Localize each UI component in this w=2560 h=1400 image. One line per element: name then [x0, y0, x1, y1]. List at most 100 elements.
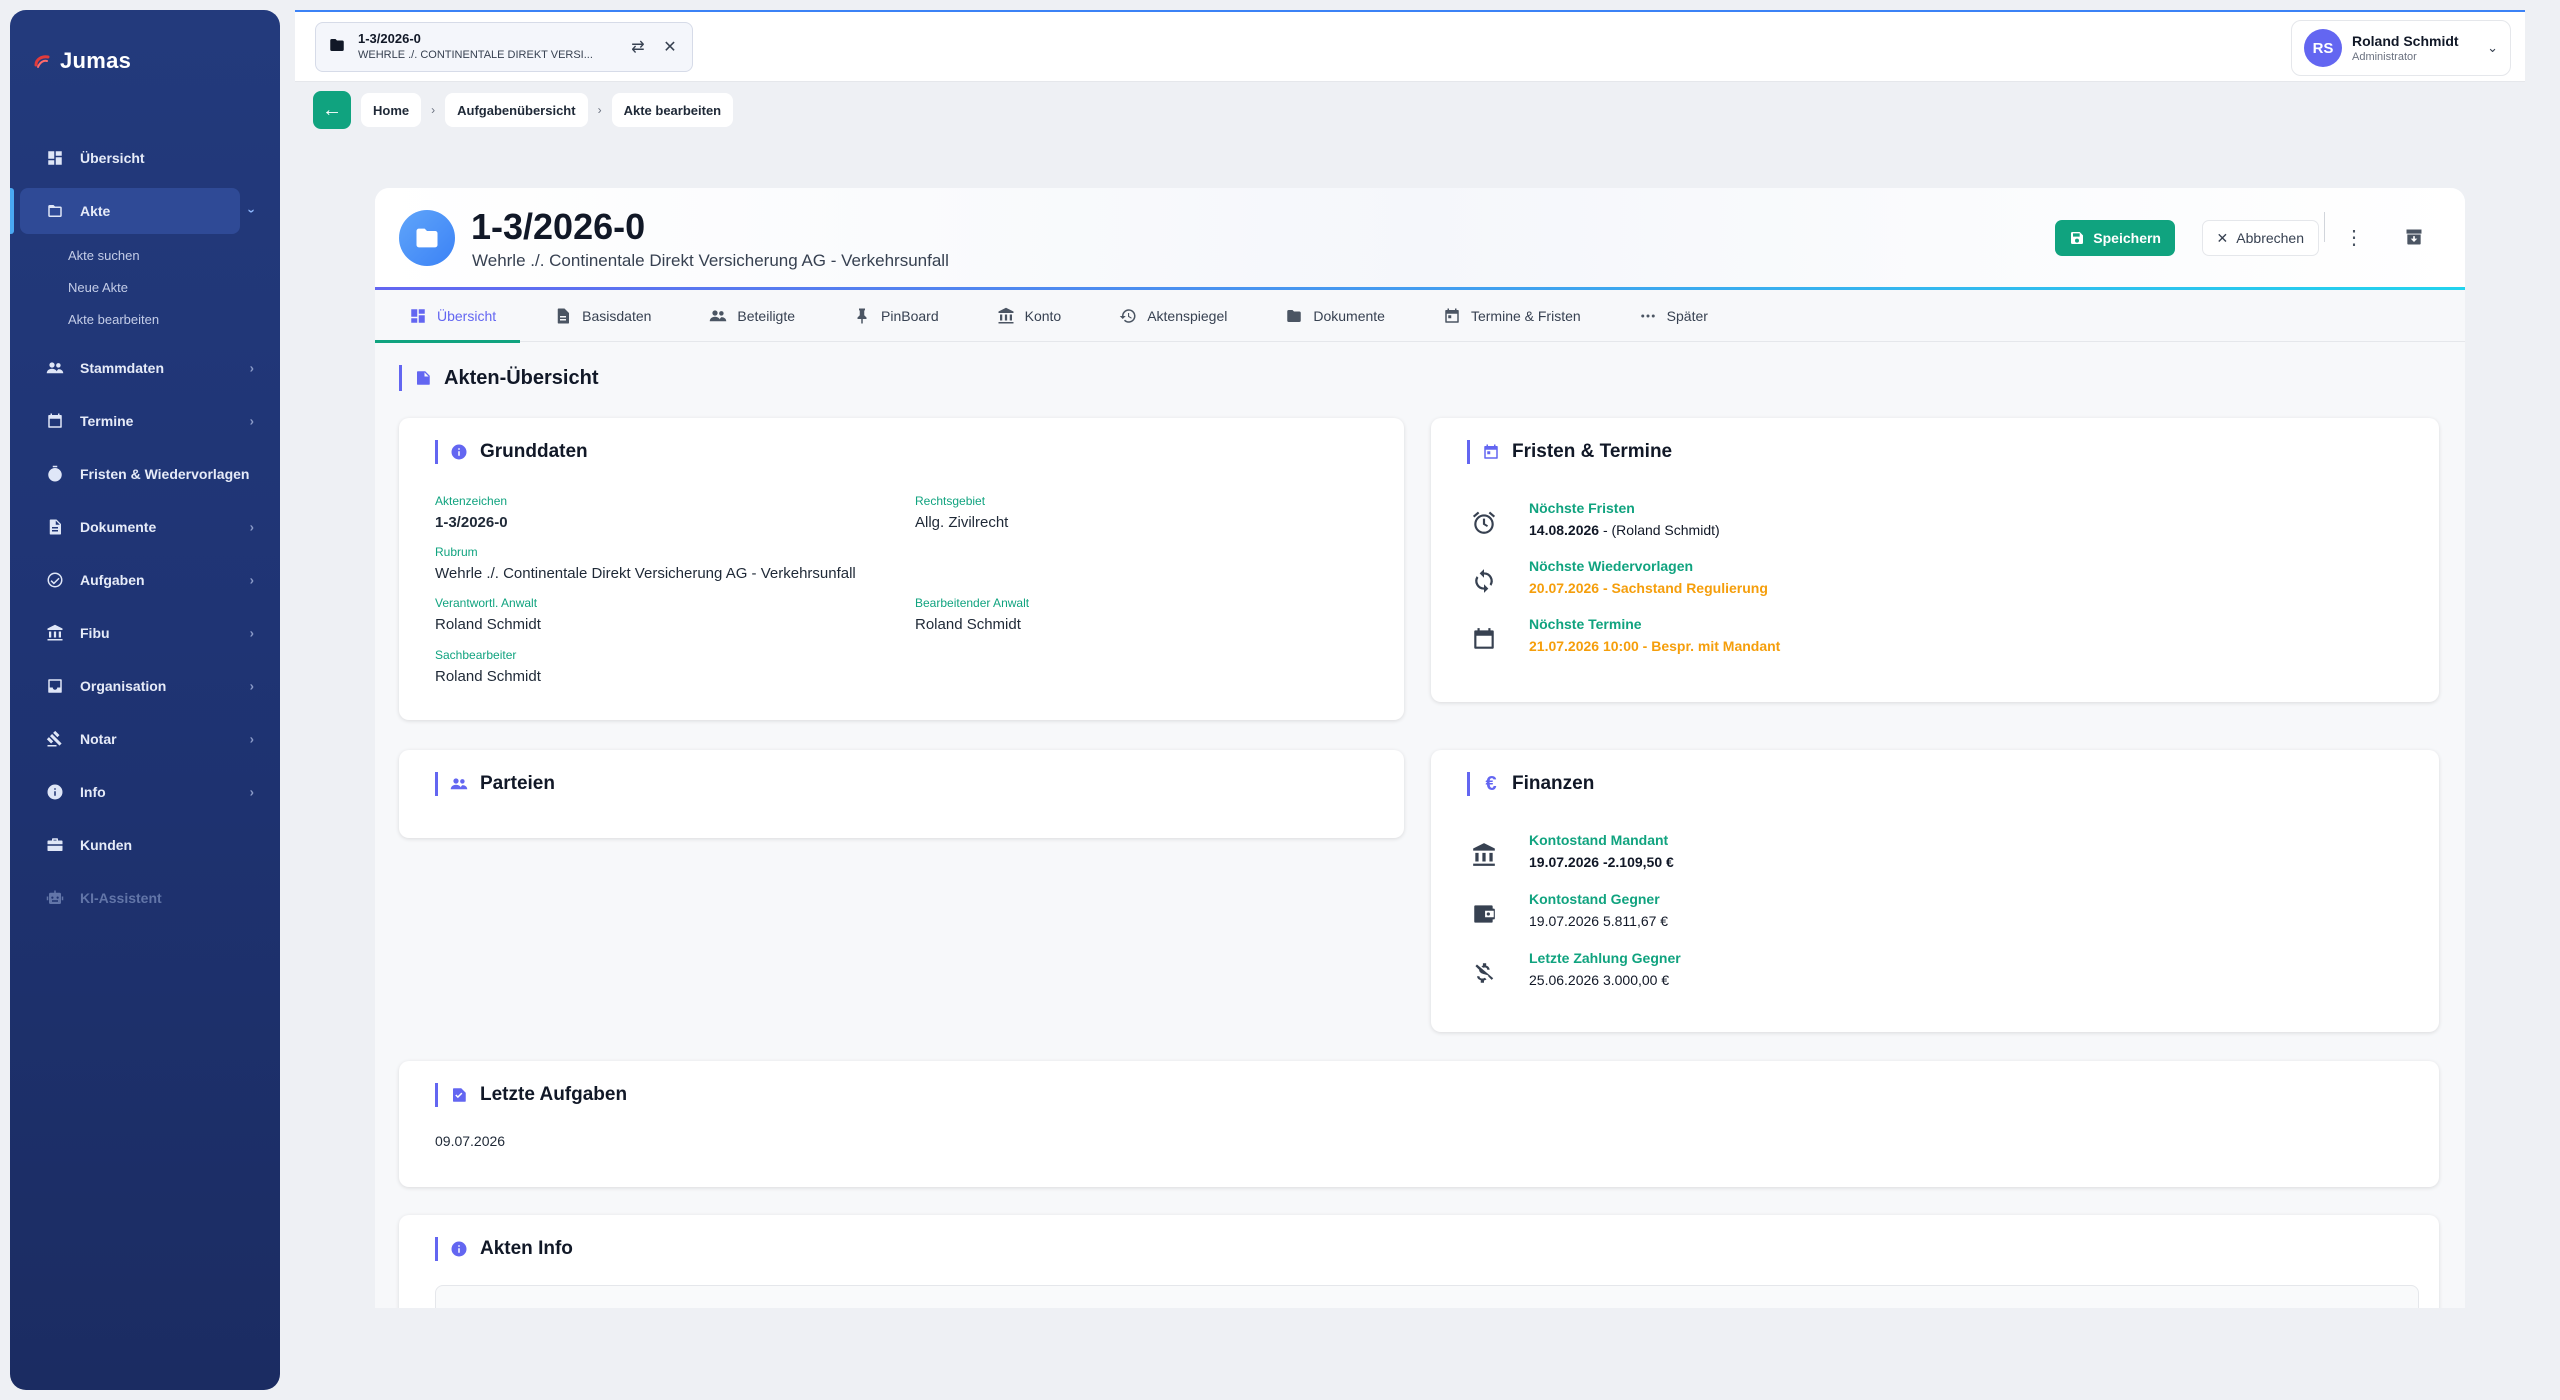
chevron-right-icon: ›: [249, 731, 254, 747]
save-button[interactable]: Speichern: [2055, 220, 2175, 256]
sidebar-item-label: Fibu: [80, 625, 110, 641]
breadcrumb-akte-bearbeiten[interactable]: Akte bearbeiten: [611, 93, 734, 127]
sidebar-item-fristen[interactable]: Fristen & Wiedervorlagen: [20, 451, 270, 497]
calendar-icon: [1471, 626, 1497, 652]
more-options-icon[interactable]: ⋮: [2339, 222, 2369, 252]
save-icon: [2071, 232, 2084, 244]
card-parteien: Parteien: [399, 750, 1404, 838]
info-icon: [451, 1241, 467, 1257]
sidebar-item-ki-assistent[interactable]: KI-Assistent: [20, 875, 270, 921]
open-file-tab[interactable]: 1-3/2026-0 WEHRLE ./. CONTINENTALE DIREK…: [315, 22, 693, 72]
sidebar-item-akte[interactable]: Akte ›: [10, 188, 259, 234]
akte-subnav: Akte suchen Neue Akte Akte bearbeiten: [10, 239, 280, 335]
subnav-neue-akte[interactable]: Neue Akte: [10, 271, 280, 303]
info-value: 21.07.2026 10:00 - Bespr. mit Mandant: [1529, 638, 1781, 654]
breadcrumb-separator: ›: [431, 103, 436, 117]
card-title: Akten Info: [435, 1237, 573, 1261]
task-icon: [46, 571, 64, 589]
chevron-right-icon: ›: [249, 572, 254, 588]
swap-icon[interactable]: ⇄: [628, 37, 648, 57]
info-label: Nöchste Wiedervorlagen: [1529, 558, 1694, 574]
sidebar-item-kunden[interactable]: Kunden: [20, 822, 270, 868]
tab-spaeter[interactable]: Später: [1605, 290, 1732, 342]
logo-mark-icon: [34, 55, 50, 68]
close-icon[interactable]: ✕: [660, 37, 680, 57]
info-letzte-zahlung[interactable]: Letzte Zahlung Gegner 25.06.2026 3.000,0…: [1471, 950, 1681, 988]
sidebar-item-termine[interactable]: Termine ›: [20, 398, 270, 444]
sidebar: Jumas Übersicht Akte › Akte suchen Neue …: [10, 10, 280, 1390]
info-kontostand-mandant[interactable]: Kontostand Mandant 19.07.2026 -2.109,50 …: [1471, 832, 1674, 870]
field-bearbeitender-anwalt: Bearbeitender Anwalt Roland Schmidt: [915, 596, 1029, 633]
sidebar-item-label: Fristen & Wiedervorlagen: [80, 466, 250, 482]
cancel-label: Abbrechen: [2236, 230, 2304, 246]
info-kontostand-gegner[interactable]: Kontostand Gegner 19.07.2026 5.811,67 €: [1471, 891, 1668, 929]
breadcrumb-aufgabenuebersicht[interactable]: Aufgabenübersicht: [445, 93, 588, 127]
sidebar-item-stammdaten[interactable]: Stammdaten ›: [20, 345, 270, 391]
info-value: 25.06.2026 3.000,00 €: [1529, 972, 1670, 988]
user-info: Roland Schmidt Administrator: [2352, 33, 2459, 63]
divider: [2324, 212, 2325, 242]
user-name: Roland Schmidt: [2352, 33, 2459, 49]
chevron-down-icon: ⌄: [2487, 40, 2498, 55]
archive-icon[interactable]: [2399, 222, 2429, 252]
folder-icon: [1287, 309, 1302, 322]
tab-aktenspiegel[interactable]: Aktenspiegel: [1085, 290, 1251, 342]
tab-uebersicht[interactable]: Übersicht: [375, 290, 521, 343]
sidebar-item-organisation[interactable]: Organisation ›: [20, 663, 270, 709]
breadcrumb-home[interactable]: Home: [361, 93, 422, 127]
subnav-akte-bearbeiten[interactable]: Akte bearbeiten: [10, 303, 280, 335]
aufgabe-date: 09.07.2026: [435, 1133, 506, 1149]
sidebar-item-label: Aufgaben: [80, 572, 145, 588]
more-horizontal-icon: [1640, 314, 1655, 317]
card-title-text: Fristen & Termine: [1512, 441, 1673, 462]
info-naechste-termine[interactable]: Nöchste Termine 21.07.2026 10:00 - Bespr…: [1471, 616, 1780, 654]
cancel-button[interactable]: ✕ Abbrechen: [2201, 220, 2319, 256]
tab-basisdaten[interactable]: Basisdaten: [520, 290, 675, 342]
file-tab-title: 1-3/2026-0: [358, 31, 421, 46]
info-text: Kontostand Gegner 19.07.2026 5.811,67 €: [1529, 891, 1668, 929]
folder-icon: [328, 36, 346, 59]
close-icon: ✕: [2216, 229, 2229, 246]
chevron-right-icon: ›: [249, 519, 254, 535]
people-icon: [710, 309, 727, 321]
tab-konto[interactable]: Konto: [963, 290, 1086, 342]
info-naechste-wiedervorlagen[interactable]: Nöchste Wiedervorlagen 20.07.2026 - Sach…: [1471, 558, 1768, 596]
timer-icon: [46, 465, 64, 483]
pin-icon: [857, 308, 867, 323]
sidebar-item-label: Akte: [80, 203, 111, 219]
info-text: Nöchste Termine 21.07.2026 10:00 - Bespr…: [1529, 616, 1780, 654]
sidebar-item-label: Organisation: [80, 678, 167, 694]
sidebar-item-info[interactable]: Info ›: [20, 769, 270, 815]
calendar-icon: [1445, 308, 1459, 323]
tab-beteiligte[interactable]: Beteiligte: [675, 290, 819, 342]
note-icon: [417, 371, 430, 385]
topbar: 1-3/2026-0 WEHRLE ./. CONTINENTALE DIREK…: [295, 10, 2525, 82]
sidebar-item-uebersicht[interactable]: Übersicht: [20, 135, 270, 181]
tab-termine-fristen[interactable]: Termine & Fristen: [1409, 290, 1605, 342]
document-icon: [557, 308, 570, 323]
logo[interactable]: Jumas: [32, 48, 131, 74]
user-menu[interactable]: RS Roland Schmidt Administrator ⌄: [2291, 20, 2511, 76]
sidebar-item-fibu[interactable]: Fibu ›: [20, 610, 270, 656]
sidebar-item-notar[interactable]: Notar ›: [20, 716, 270, 762]
tab-label: Konto: [1024, 307, 1062, 324]
section-title: Akten-Übersicht: [399, 365, 598, 391]
breadcrumb-separator: ›: [597, 103, 602, 117]
info-value: 20.07.2026 - Sachstand Regulierung: [1529, 580, 1768, 596]
sidebar-item-aufgaben[interactable]: Aufgaben ›: [20, 557, 270, 603]
folder-icon: [399, 210, 455, 266]
tab-dokumente[interactable]: Dokumente: [1251, 290, 1409, 342]
back-button[interactable]: ←: [313, 91, 351, 129]
subnav-akte-suchen[interactable]: Akte suchen: [10, 239, 280, 271]
sidebar-item-dokumente[interactable]: Dokumente ›: [20, 504, 270, 550]
info-naechste-fristen[interactable]: Nöchste Fristen 14.08.2026 - (Roland Sch…: [1471, 500, 1720, 538]
briefcase-icon: [46, 836, 64, 854]
tab-pinboard[interactable]: PinBoard: [819, 290, 963, 342]
section-title-text: Akten-Übersicht: [444, 366, 599, 389]
file-detail-panel: 1-3/2026-0 Wehrle ./. Continentale Direk…: [375, 188, 2465, 1308]
page-title: 1-3/2026-0: [471, 206, 646, 247]
field-label: Verantwortl. Anwalt: [435, 596, 538, 610]
sidebar-item-label: Info: [80, 784, 106, 800]
dashboard-icon: [411, 308, 425, 323]
sidebar-item-label: KI-Assistent: [80, 890, 162, 906]
